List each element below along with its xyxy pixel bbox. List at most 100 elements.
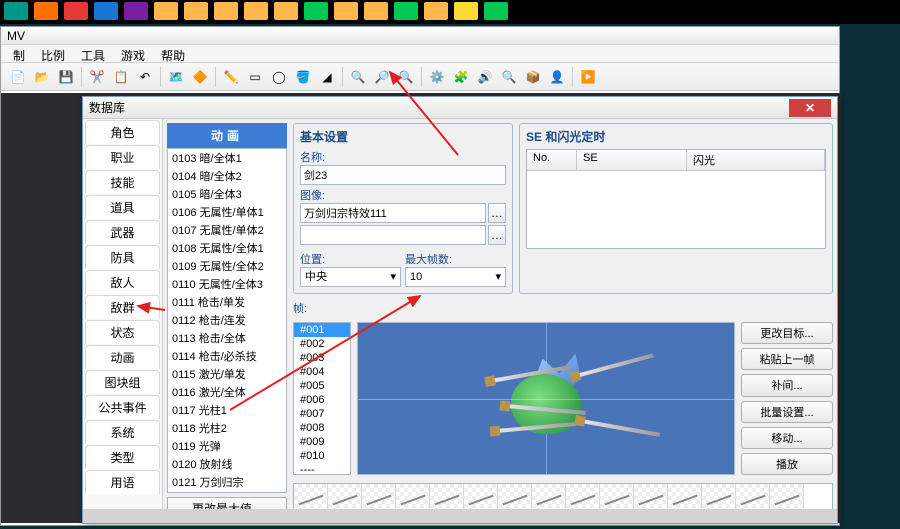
resource-icon[interactable]: 📦 [522, 66, 544, 88]
maxframes-spinner[interactable]: 10 [405, 267, 506, 287]
taskbar-icon[interactable] [214, 2, 238, 20]
frame-item[interactable]: #007 [294, 407, 350, 421]
menu-item[interactable]: 帮助 [153, 45, 193, 62]
animation-list[interactable]: 0103 暗/全体10104 暗/全体20105 暗/全体30106 无属性/单… [167, 148, 287, 493]
list-item[interactable]: 0103 暗/全体1 [168, 149, 286, 167]
tab-武器[interactable]: 武器 [85, 220, 160, 244]
menu-item[interactable]: 工具 [73, 45, 113, 62]
list-item[interactable]: 0107 无属性/单体2 [168, 221, 286, 239]
zoom-in-icon[interactable]: 🔍 [347, 66, 369, 88]
list-item[interactable]: 0112 枪击/连发 [168, 311, 286, 329]
plugin-icon[interactable]: 🧩 [450, 66, 472, 88]
list-item[interactable]: 0109 无属性/全体2 [168, 257, 286, 275]
shadow-icon[interactable]: ◢ [316, 66, 338, 88]
taskbar-icon[interactable] [304, 2, 328, 20]
taskbar-icon[interactable] [64, 2, 88, 20]
taskbar-icon[interactable] [364, 2, 388, 20]
move-button[interactable]: 移动... [741, 427, 833, 449]
save-icon[interactable]: 💾 [55, 66, 77, 88]
taskbar-icon[interactable] [274, 2, 298, 20]
tab-防具[interactable]: 防具 [85, 245, 160, 269]
frame-list[interactable]: #001#002#003#004#005#006#007#008#009#010… [293, 322, 351, 475]
tab-类型[interactable]: 类型 [85, 445, 160, 469]
list-item[interactable]: 0115 激光/单发 [168, 365, 286, 383]
menu-item[interactable]: 比例 [33, 45, 73, 62]
list-item[interactable]: 0106 无属性/单体1 [168, 203, 286, 221]
taskbar-icon[interactable] [154, 2, 178, 20]
frame-item[interactable]: #004 [294, 365, 350, 379]
database-icon[interactable]: ⚙️ [426, 66, 448, 88]
list-item[interactable]: 0111 枪击/单发 [168, 293, 286, 311]
list-item[interactable]: 0119 光弹 [168, 437, 286, 455]
new-icon[interactable]: 📄 [7, 66, 29, 88]
list-item[interactable]: 0104 暗/全体2 [168, 167, 286, 185]
character-icon[interactable]: 👤 [546, 66, 568, 88]
taskbar-icon[interactable] [394, 2, 418, 20]
image2-input[interactable] [300, 225, 486, 245]
list-item[interactable]: 0117 光柱1 [168, 401, 286, 419]
list-item[interactable]: 0114 枪击/必杀技 [168, 347, 286, 365]
list-item[interactable]: 0116 激光/全体 [168, 383, 286, 401]
copy-icon[interactable]: 📋 [110, 66, 132, 88]
ellipse-icon[interactable]: ◯ [268, 66, 290, 88]
event-search-icon[interactable]: 🔍 [498, 66, 520, 88]
frame-item[interactable]: #010 [294, 449, 350, 463]
taskbar-icon[interactable] [484, 2, 508, 20]
list-item[interactable]: 0108 无属性/全体1 [168, 239, 286, 257]
list-item[interactable]: 0120 放射线 [168, 455, 286, 473]
tab-技能[interactable]: 技能 [85, 170, 160, 194]
rect-icon[interactable]: ▭ [244, 66, 266, 88]
animation-preview[interactable] [357, 322, 735, 475]
taskbar-icon[interactable] [334, 2, 358, 20]
menu-item[interactable]: 游戏 [113, 45, 153, 62]
tween-button[interactable]: 补间... [741, 374, 833, 396]
se-table[interactable]: No. SE 闪光 [526, 149, 826, 249]
taskbar-icon[interactable] [244, 2, 268, 20]
play-button[interactable]: 播放 [741, 453, 833, 475]
open-icon[interactable]: 📂 [31, 66, 53, 88]
frame-item[interactable]: #006 [294, 393, 350, 407]
taskbar-icon[interactable] [4, 2, 28, 20]
tab-公共事件[interactable]: 公共事件 [85, 395, 160, 419]
tab-道具[interactable]: 道具 [85, 195, 160, 219]
taskbar-icon[interactable] [124, 2, 148, 20]
map-icon[interactable]: 🗺️ [165, 66, 187, 88]
image-input[interactable] [300, 203, 486, 223]
list-item[interactable]: 0105 暗/全体3 [168, 185, 286, 203]
playtest-icon[interactable]: ▶️ [577, 66, 599, 88]
menubar[interactable]: 制 比例 工具 游戏 帮助 [1, 45, 839, 63]
list-item[interactable]: 0118 光柱2 [168, 419, 286, 437]
image2-browse-button[interactable]: … [488, 225, 506, 245]
close-button[interactable]: ✕ [789, 99, 831, 117]
taskbar-icon[interactable] [34, 2, 58, 20]
tab-角色[interactable]: 角色 [85, 120, 160, 144]
list-item[interactable]: 0113 枪击/全体 [168, 329, 286, 347]
batch-button[interactable]: 批量设置... [741, 401, 833, 423]
pencil-icon[interactable]: ✏️ [220, 66, 242, 88]
event-icon[interactable]: 🔶 [189, 66, 211, 88]
list-item[interactable]: 0122 阿哥降临 [168, 491, 286, 493]
taskbar-icon[interactable] [184, 2, 208, 20]
zoom-out-icon[interactable]: 🔎 [371, 66, 393, 88]
sound-icon[interactable]: 🔊 [474, 66, 496, 88]
zoom-actual-icon[interactable]: 🔍 [395, 66, 417, 88]
tab-状态[interactable]: 状态 [85, 320, 160, 344]
taskbar-icon[interactable] [454, 2, 478, 20]
frame-item[interactable]: #005 [294, 379, 350, 393]
tab-用语[interactable]: 用语 [85, 470, 160, 494]
tab-敌人[interactable]: 敌人 [85, 270, 160, 294]
paste-prev-button[interactable]: 粘贴上一帧 [741, 348, 833, 370]
frame-item[interactable]: #008 [294, 421, 350, 435]
frame-item[interactable]: ---- [294, 463, 350, 475]
cut-icon[interactable]: ✂️ [86, 66, 108, 88]
list-item[interactable]: 0110 无属性/全体3 [168, 275, 286, 293]
image-browse-button[interactable]: … [488, 203, 506, 223]
frame-item[interactable]: #003 [294, 351, 350, 365]
tab-敌群[interactable]: 敌群 [85, 295, 160, 319]
taskbar-icon[interactable] [94, 2, 118, 20]
list-item[interactable]: 0121 万剑归宗 [168, 473, 286, 491]
frame-item[interactable]: #002 [294, 337, 350, 351]
menu-item[interactable]: 制 [5, 45, 33, 62]
tab-职业[interactable]: 职业 [85, 145, 160, 169]
frame-item[interactable]: #009 [294, 435, 350, 449]
